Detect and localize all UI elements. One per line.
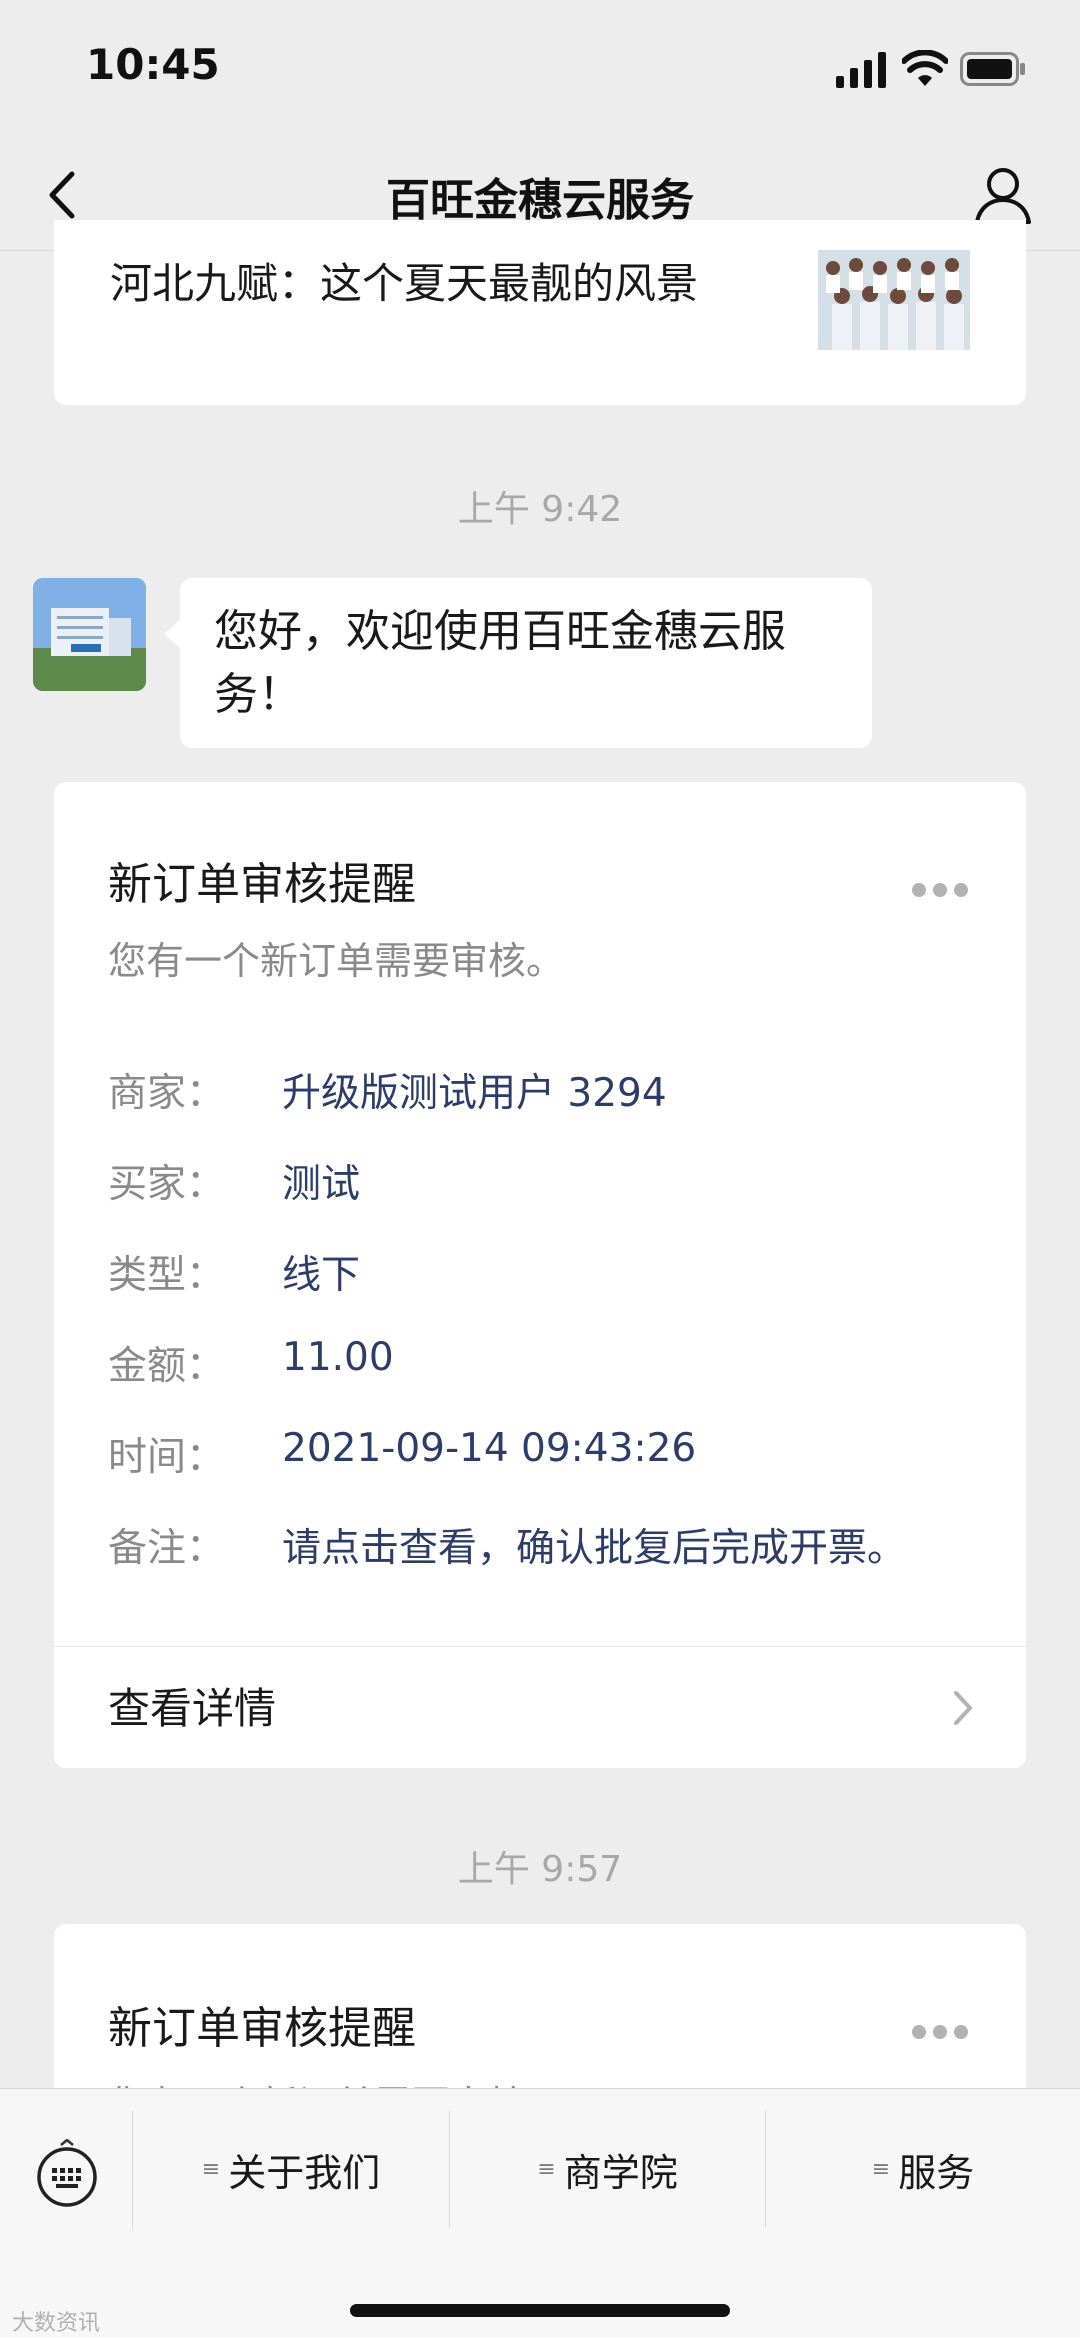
wifi-icon xyxy=(902,50,948,86)
amount-value: 11.00 xyxy=(282,1335,394,1380)
notification-title: 新订单审核提醒 xyxy=(108,859,416,910)
keyboard-icon[interactable] xyxy=(33,2139,101,2207)
merchant-label: 商家： xyxy=(108,1071,226,1116)
remark-value: 请点击查看，确认批复后完成开票。 xyxy=(282,1526,907,1571)
buyer-label: 买家： xyxy=(108,1162,226,1207)
menu-lines-icon: ≡ xyxy=(537,2156,556,2182)
remark-label: 备注： xyxy=(108,1526,226,1571)
article-title: 河北九赋：这个夏天最靓的风景 xyxy=(110,259,699,308)
cellular-signal-icon xyxy=(836,52,886,88)
menu-lines-icon: ≡ xyxy=(201,2156,221,2182)
menu-lines-icon: ≡ xyxy=(871,2156,891,2182)
status-bar: 10:45 xyxy=(0,0,1080,140)
menu-item-label: 商学院 xyxy=(563,2150,678,2195)
more-options-icon[interactable] xyxy=(912,2024,976,2042)
time-value: 2021-09-14 09:43:26 xyxy=(282,1426,697,1471)
message-timestamp: 上午 9:57 xyxy=(457,1849,623,1890)
order-review-notification-card[interactable]: 新订单审核提醒 您有一个新订单需要审核。 商家： 升级版测试用户 3294 买家… xyxy=(54,782,1026,1768)
buyer-value: 测试 xyxy=(282,1162,361,1207)
menu-item-business-school[interactable]: ≡ 商学院 xyxy=(450,2089,765,2249)
notification-subtitle: 您有一个新订单需要审核。 xyxy=(108,939,565,983)
view-details-label: 查看详情 xyxy=(108,1684,277,1733)
chevron-right-icon xyxy=(954,1691,972,1725)
amount-label: 金额： xyxy=(108,1344,226,1389)
article-thumbnail-image xyxy=(818,250,970,350)
menu-item-about-us[interactable]: ≡ 关于我们 xyxy=(133,2089,449,2249)
bottom-menu-bar: ≡ 关于我们 ≡ 商学院 ≡ 服务 大数资讯 xyxy=(0,2088,1080,2338)
welcome-message-bubble[interactable]: 您好，欢迎使用百旺金穗云服务！ xyxy=(164,578,872,748)
status-time: 10:45 xyxy=(86,40,220,89)
official-account-avatar[interactable] xyxy=(33,578,146,691)
time-label: 时间： xyxy=(108,1435,226,1480)
type-label: 类型： xyxy=(108,1253,226,1298)
more-options-icon[interactable] xyxy=(912,882,976,900)
watermark-text: 大数资讯 xyxy=(12,2311,101,2336)
message-timestamp: 上午 9:42 xyxy=(457,489,623,530)
menu-item-label: 服务 xyxy=(898,2150,975,2195)
notification-title: 新订单审核提醒 xyxy=(108,2003,416,2054)
merchant-value: 升级版测试用户 3294 xyxy=(282,1071,667,1116)
menu-item-label: 关于我们 xyxy=(228,2150,381,2195)
menu-item-services[interactable]: ≡ 服务 xyxy=(766,2089,1080,2249)
article-card[interactable]: 河北九赋：这个夏天最靓的风景 xyxy=(54,220,1026,405)
view-details-link[interactable]: 查看详情 xyxy=(54,1647,1026,1768)
home-indicator[interactable] xyxy=(350,2304,730,2317)
type-value: 线下 xyxy=(282,1253,361,1298)
page-title: 百旺金穗云服务 xyxy=(386,175,694,226)
battery-icon xyxy=(960,52,1025,86)
welcome-message-text: 您好，欢迎使用百旺金穗云服务！ xyxy=(214,606,786,720)
